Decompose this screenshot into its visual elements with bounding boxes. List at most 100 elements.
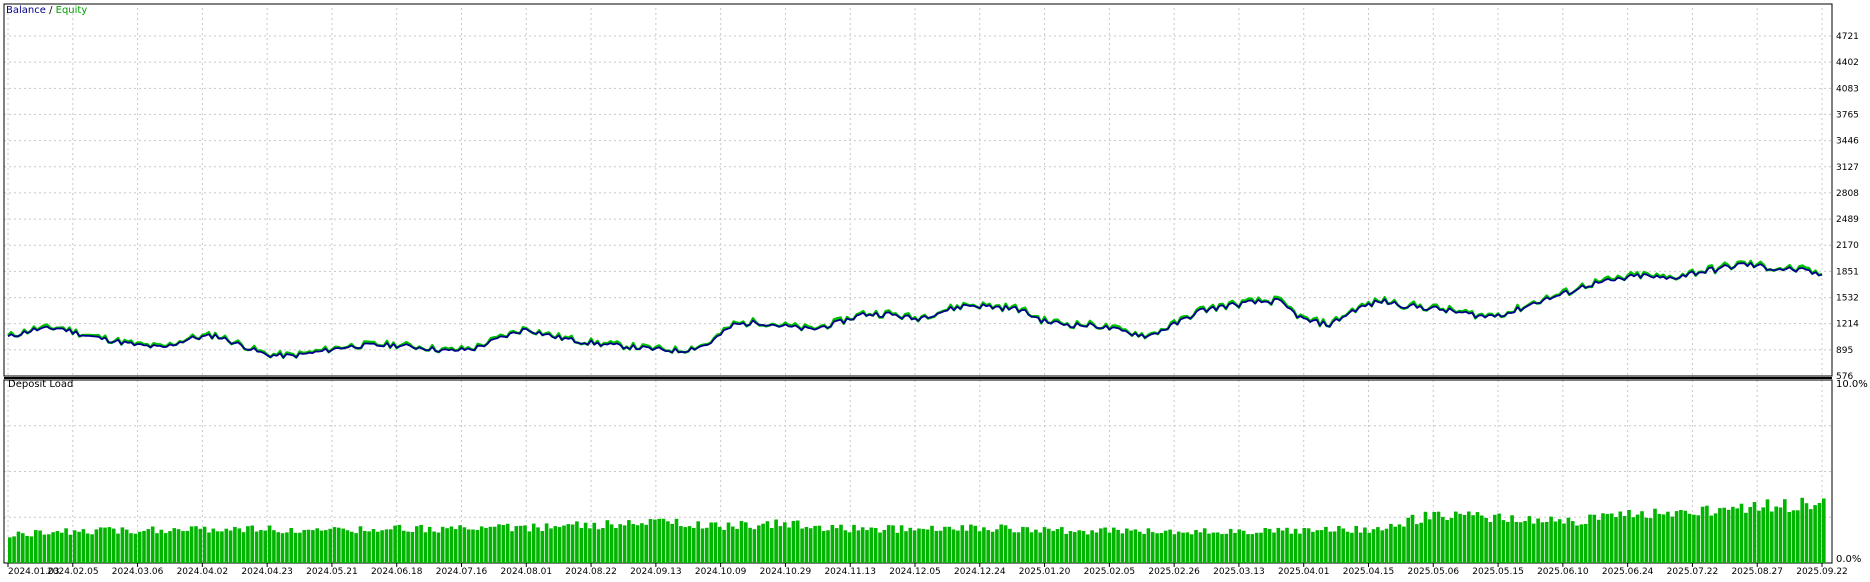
deposit-load-bar [1406,517,1410,563]
x-tick-label: 2025.08.27 [1731,567,1783,577]
deposit-load-bar [107,527,112,563]
deposit-load-bar [150,526,155,563]
deposit-load-bar [800,528,804,563]
deposit-load-bar [423,532,428,563]
deposit-load-bar [592,522,597,563]
deposit-load-bar [817,525,822,563]
deposit-load-bar [393,525,397,563]
deposit-load-bar [527,531,532,563]
deposit-load-bar [111,528,116,563]
chart-canvas: 5768951214153218512170248928083127344637… [3,3,1868,577]
deposit-load-bar [250,525,254,563]
deposit-load-bar [285,532,289,563]
legend-balance: Balance [6,5,46,16]
deposit-load-bar [1003,525,1008,563]
deposit-load-bar [531,523,536,563]
deposit-load-bar [1596,519,1601,563]
x-tick-label: 2024.08.22 [565,567,617,577]
deposit-load-bar [804,527,809,563]
deposit-load-bar [1791,510,1796,563]
deposit-load-bar [583,522,588,563]
deposit-load-bar [1034,529,1038,563]
deposit-load-bar [956,530,960,563]
deposit-load-bar [124,529,129,563]
deposit-load-bar [666,521,670,563]
deposit-load-bar [1410,514,1415,563]
y-tick-label: 3446 [1836,137,1859,147]
deposit-load-bar [1016,532,1021,563]
deposit-load-bar [813,525,817,563]
deposit-load-bar [1241,530,1246,563]
deposit-load-bar [484,527,488,563]
deposit-load-bar [1189,534,1194,563]
deposit-load-bar [98,527,103,563]
deposit-load-bar [1068,531,1073,563]
deposit-load-bar [1722,507,1726,563]
deposit-load-bar [471,529,475,563]
x-tick-label: 2025.03.13 [1213,567,1265,577]
deposit-load-bar [1679,510,1683,563]
deposit-load-bar [198,528,203,563]
deposit-load-bar [427,526,432,563]
x-tick-label: 2025.04.15 [1343,567,1395,577]
deposit-load-bar [1250,534,1255,563]
x-tick-label: 2024.08.01 [501,567,553,577]
deposit-load-bar [830,525,835,563]
y-tick-label: 2170 [1836,241,1859,251]
deposit-load-bar [1185,532,1190,563]
deposit-load-bar [1358,532,1363,563]
deposit-load-bar [1570,521,1575,563]
deposit-load-bar [1341,528,1345,563]
deposit-load-bar [1159,533,1164,563]
deposit-load-bar [1315,530,1320,563]
deposit-load-bar [1202,528,1207,563]
deposit-load-bar [1012,532,1016,563]
deposit-load-bar [1228,528,1233,563]
deposit-load-bar [1081,530,1086,563]
deposit-load-bar [1172,534,1177,563]
deposit-load-bar [207,532,211,563]
deposit-load-bar [1155,533,1159,563]
deposit-load-bar [94,529,99,563]
deposit-load-bar [1254,532,1259,563]
deposit-load-bar [47,534,51,563]
deposit-load-bar [215,531,220,563]
deposit-load-bar [1614,517,1618,563]
deposit-load-bar [1709,515,1713,563]
deposit-load-bar [1029,532,1034,563]
deposit-load-bar [1627,510,1631,563]
deposit-load-bar [947,526,952,563]
deposit-load-bar [687,526,692,563]
deposit-load-bar [1168,529,1172,563]
deposit-load-bar [943,526,947,563]
deposit-load-bar [1467,511,1471,563]
deposit-load-bar [1298,533,1302,563]
deposit-load-bar [601,528,605,563]
deposit-load-bar [891,525,895,563]
deposit-load-bar [116,533,120,563]
legend-separator: / [46,5,56,16]
deposit-load-bar [609,524,614,563]
deposit-load-bar [241,532,246,563]
deposit-load-bar [445,528,449,563]
y-tick-label: 2489 [1836,215,1859,225]
deposit-load-bar [1125,528,1129,563]
deposit-load-bar [1687,513,1692,563]
deposit-load-bar [224,528,229,563]
deposit-load-bar [757,525,761,563]
deposit-load-bar [709,522,713,563]
deposit-load-bar [1557,519,1562,563]
deposit-load-bar [16,531,21,563]
deposit-load-bar [925,529,930,563]
deposit-load-bar [739,521,744,563]
x-tick-label: 2025.05.15 [1472,567,1524,577]
x-tick-label: 2025.01.20 [1019,567,1071,577]
deposit-load-bar [311,530,315,563]
y-tick-label: 4083 [1836,84,1859,94]
deposit-load-bar [60,532,64,563]
x-tick-label: 2025.06.24 [1602,567,1654,577]
x-tick-label: 2024.12.24 [954,567,1006,577]
deposit-load-bar [1674,511,1679,563]
deposit-load-bar [1120,533,1125,563]
deposit-load-bar [1389,523,1393,563]
